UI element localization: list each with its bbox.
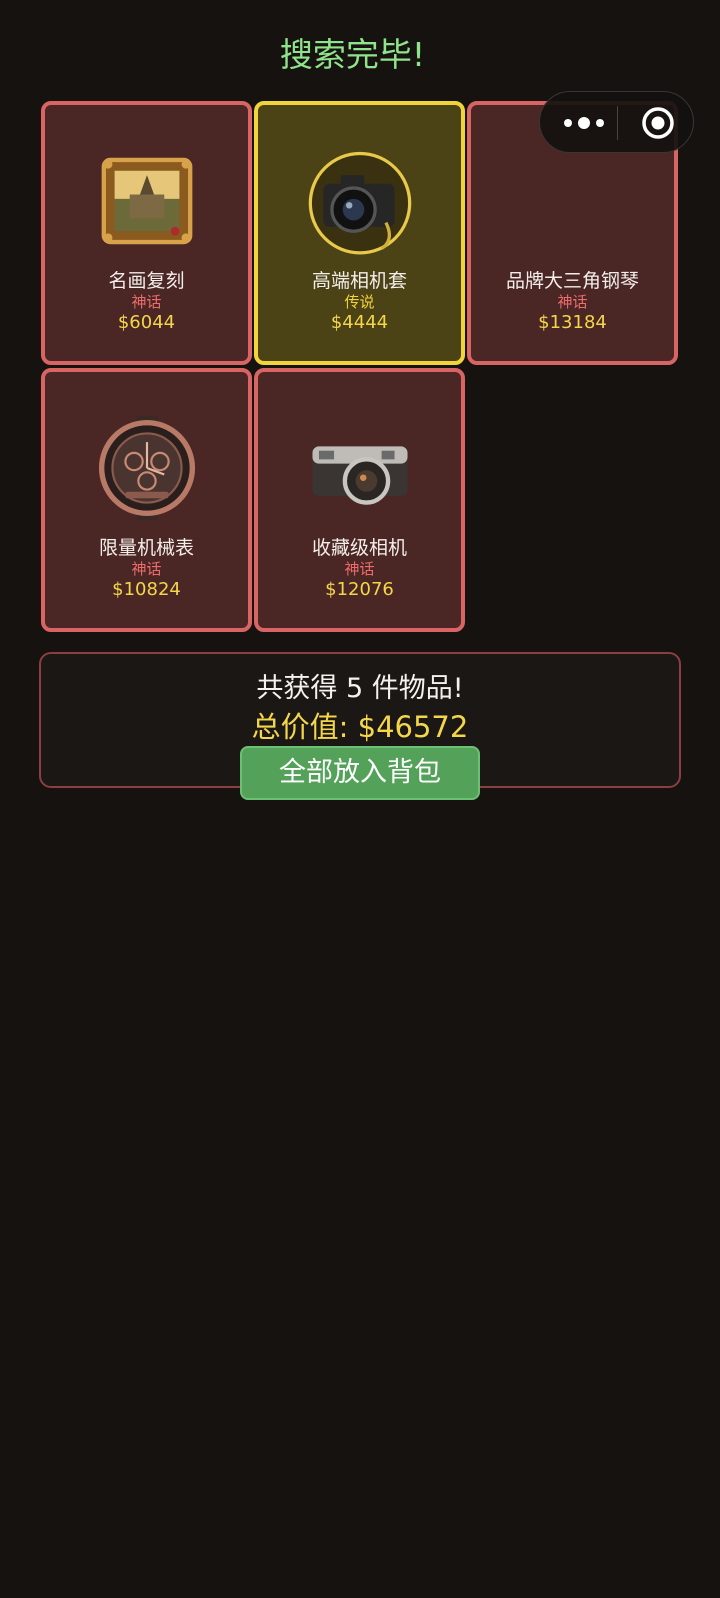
item-card-collector-camera[interactable]: 收藏级相机 神话 $12076 (254, 368, 465, 632)
dslr-camera-icon (308, 151, 411, 255)
item-price: $12076 (325, 579, 394, 600)
item-price: $13184 (538, 312, 607, 333)
item-name: 名画复刻 (108, 270, 185, 292)
framed-painting-icon (101, 157, 192, 245)
item-card-painting[interactable]: 名画复刻 神话 $6044 (41, 101, 252, 365)
item-price: $4444 (330, 312, 389, 333)
item-count-text: 共获得 5 件物品! (256, 673, 464, 704)
item-price: $10824 (112, 579, 181, 600)
item-card-camera-kit[interactable]: 高端相机套 传说 $4444 (254, 101, 465, 365)
miniprogram-capsule (539, 91, 694, 153)
rangefinder-camera-icon (311, 446, 408, 505)
item-name: 品牌大三角钢琴 (505, 270, 639, 292)
page-title: 搜索完毕! (279, 35, 426, 74)
capsule-divider (617, 106, 618, 140)
item-name: 收藏级相机 (311, 537, 407, 559)
item-rarity: 神话 (557, 293, 588, 311)
item-rarity: 神话 (131, 560, 162, 578)
put-all-in-backpack-button[interactable]: 全部放入背包 (240, 746, 480, 800)
item-name: 限量机械表 (98, 537, 194, 559)
item-price: $6044 (117, 312, 176, 333)
item-name: 高端相机套 (311, 270, 407, 292)
item-card-watch[interactable]: 限量机械表 神话 $10824 (41, 368, 252, 632)
mechanical-watch-icon (98, 416, 195, 520)
item-rarity: 传说 (344, 293, 375, 311)
more-dots-icon[interactable] (560, 110, 608, 136)
target-close-icon[interactable] (640, 106, 676, 140)
item-rarity: 神话 (344, 560, 375, 578)
total-value-text: 总价值: $46572 (251, 710, 469, 744)
item-rarity: 神话 (131, 293, 162, 311)
